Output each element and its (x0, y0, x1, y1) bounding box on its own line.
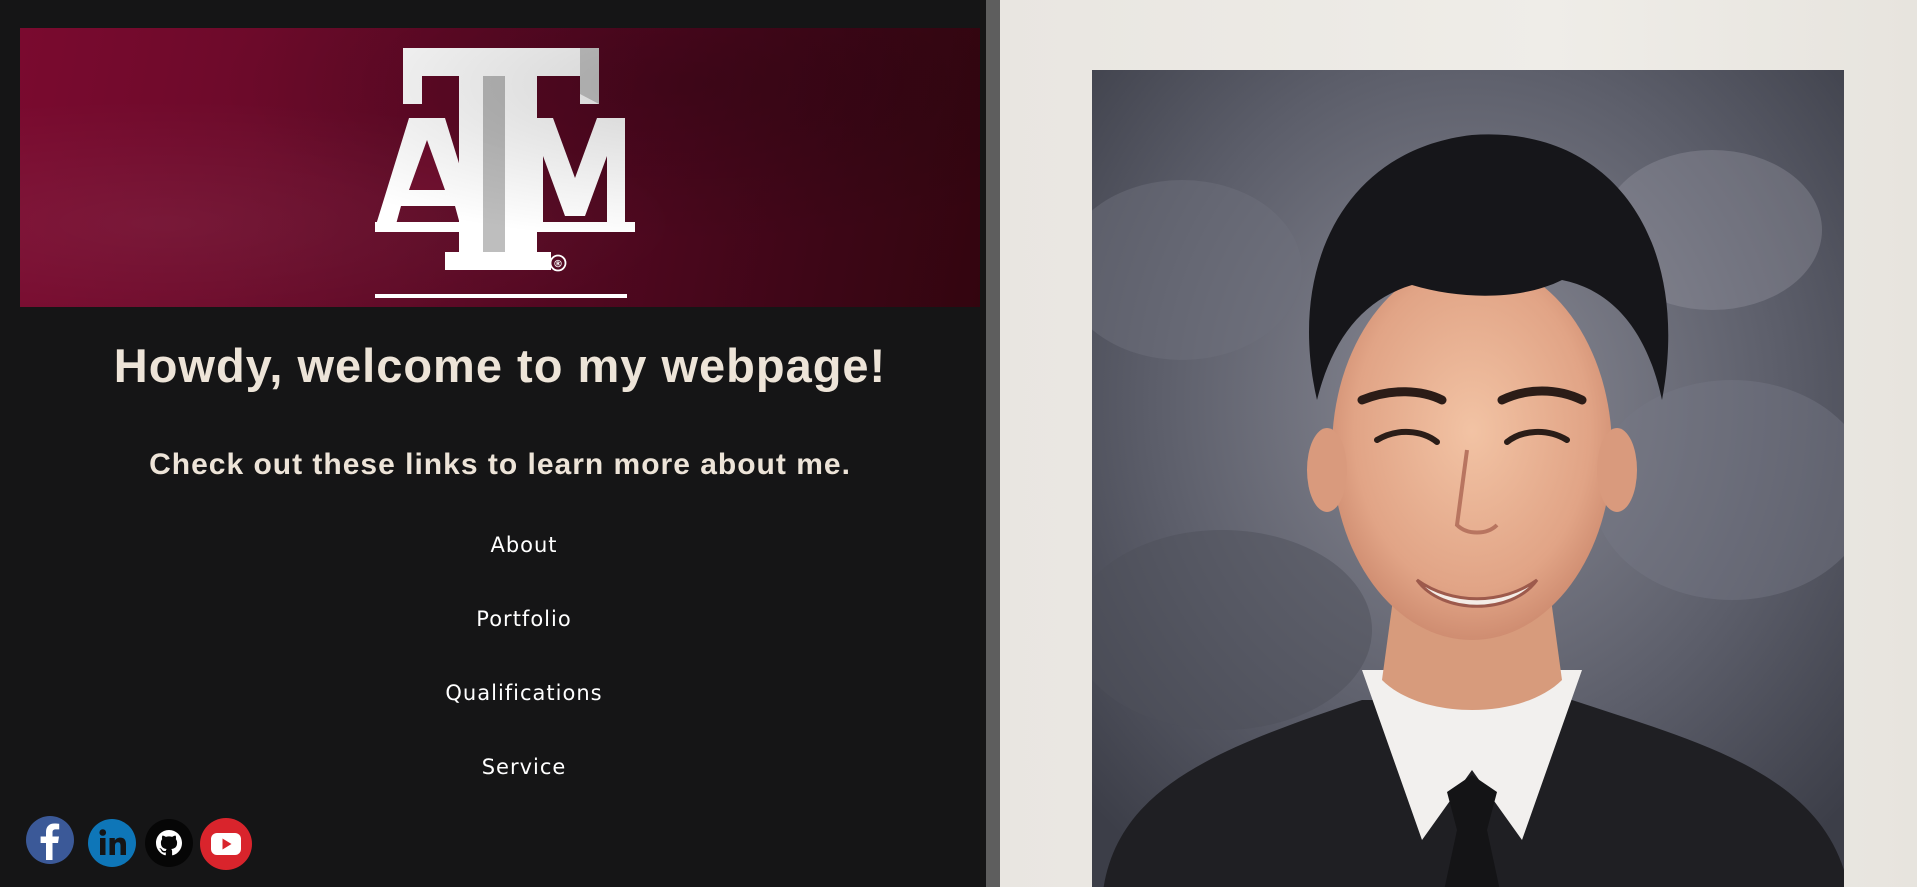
facebook-icon[interactable] (26, 816, 74, 864)
linkedin-icon[interactable] (88, 819, 136, 867)
youtube-icon[interactable] (200, 818, 252, 870)
right-panel (1000, 0, 1917, 887)
portrait-photo (1062, 70, 1872, 887)
subtitle-heading: Check out these links to learn more abou… (149, 448, 851, 481)
main-nav: About Portfolio Qualifications Service (424, 528, 624, 824)
github-icon[interactable] (145, 819, 193, 867)
panel-divider (986, 0, 1000, 887)
tamu-logo: ® (375, 48, 635, 298)
nav-link-portfolio[interactable]: Portfolio (424, 602, 624, 676)
nav-link-qualifications[interactable]: Qualifications (424, 676, 624, 750)
portrait-illustration (1062, 70, 1872, 887)
nav-link-about[interactable]: About (424, 528, 624, 602)
tamu-banner: ® (20, 28, 980, 307)
nav-link-service[interactable]: Service (424, 750, 624, 824)
trademark-symbol: ® (553, 259, 563, 270)
welcome-heading: Howdy, welcome to my webpage! (113, 339, 887, 392)
left-panel: ® Howdy, welcome to my webpage! Check ou… (0, 0, 986, 887)
